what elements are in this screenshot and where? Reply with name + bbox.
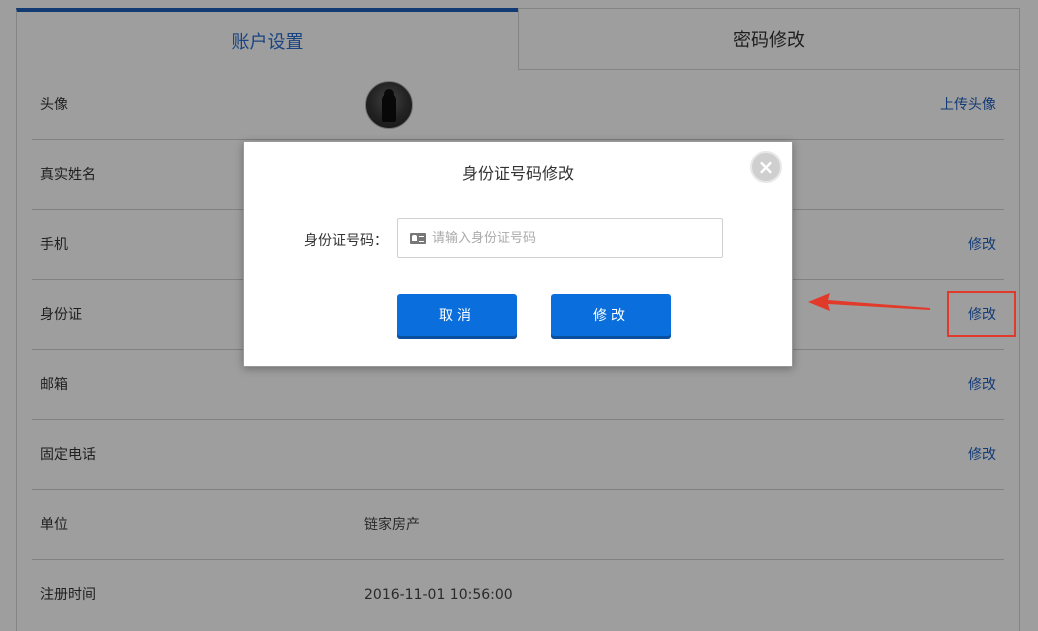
dialog-title: 身份证号码修改 — [461, 164, 574, 183]
annotation-highlight-box — [947, 291, 1016, 337]
id-card-edit-dialog: 身份证号码修改 × 身份证号码： 取消 修改 — [243, 141, 793, 367]
id-number-field[interactable] — [397, 218, 723, 258]
cancel-button[interactable]: 取消 — [397, 294, 517, 336]
confirm-edit-button[interactable]: 修改 — [551, 294, 671, 336]
id-number-input[interactable] — [432, 219, 712, 257]
id-card-icon — [410, 233, 426, 244]
id-number-label: 身份证号码： — [304, 233, 388, 249]
annotation-arrow-icon — [808, 293, 930, 311]
close-icon[interactable]: × — [750, 151, 782, 183]
